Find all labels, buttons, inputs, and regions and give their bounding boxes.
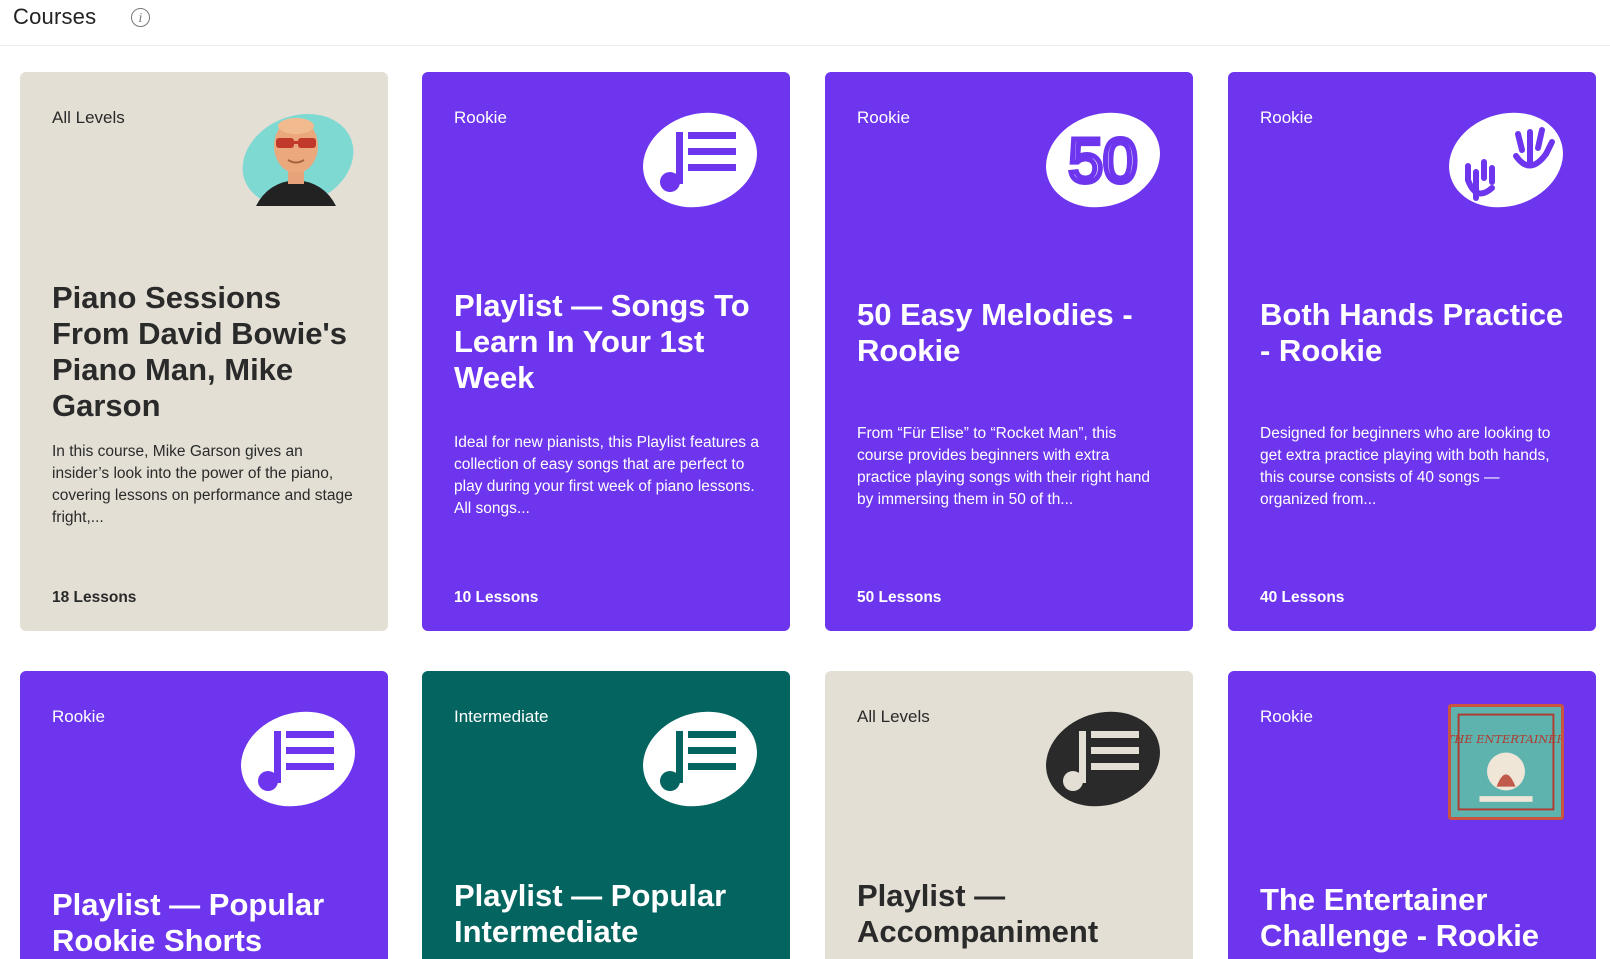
course-level: Rookie xyxy=(1260,108,1313,127)
course-card-entertainer-challenge[interactable]: Rookie THE ENTERTAINER The Entertainer C… xyxy=(1228,671,1596,959)
course-description: In this course, Mike Garson gives an ins… xyxy=(52,443,353,526)
lesson-count: 10 Lessons xyxy=(454,589,539,606)
lesson-count: 40 Lessons xyxy=(1260,589,1345,606)
course-description: Ideal for new pianists, this Playlist fe… xyxy=(454,434,759,517)
course-level: All Levels xyxy=(52,108,125,127)
lesson-count: 18 Lessons xyxy=(52,589,137,606)
course-title: 50 Easy Melodies - Rookie xyxy=(857,297,1133,368)
course-title: The Entertainer Challenge - Rookie xyxy=(1260,882,1540,953)
course-card-rookie-shorts[interactable]: Rookie Playlist — Popular Rookie Shorts xyxy=(20,671,388,959)
thumbnail-title: THE ENTERTAINER xyxy=(1451,732,1561,746)
fifty-text: 50 xyxy=(1069,127,1138,196)
course-level: Rookie xyxy=(52,707,105,726)
course-card-popular-intermediate[interactable]: Intermediate Playlist — Popular Intermed… xyxy=(422,671,790,959)
playlist-note-icon xyxy=(640,110,760,210)
course-card-accompaniment[interactable]: All Levels Playlist — Accompaniment xyxy=(825,671,1193,959)
course-title: Both Hands Practice - Rookie xyxy=(1260,297,1564,368)
playlist-note-icon xyxy=(1043,709,1163,809)
course-grid: All Levels Piano Sessions From David Bow… xyxy=(0,0,1610,959)
lesson-count: 50 Lessons xyxy=(857,589,942,606)
course-title: Playlist — Accompaniment xyxy=(857,878,1099,949)
course-level: Rookie xyxy=(454,108,507,127)
course-title: Playlist — Popular Rookie Shorts xyxy=(52,887,325,958)
fifty-badge-icon: 50 xyxy=(1043,110,1163,210)
playlist-note-icon xyxy=(640,709,760,809)
course-title: Piano Sessions From David Bowie's Piano … xyxy=(52,280,348,423)
course-card-50-easy-melodies[interactable]: Rookie 50 50 Easy Melodies - Rookie From… xyxy=(825,72,1193,631)
course-level: All Levels xyxy=(857,707,930,726)
course-level: Intermediate xyxy=(454,707,549,726)
course-description: Designed for beginners who are looking t… xyxy=(1260,425,1551,508)
course-level: Rookie xyxy=(857,108,910,127)
course-card-songs-1st-week[interactable]: Rookie Playlist — Songs To Learn In Your… xyxy=(422,72,790,631)
instructor-avatar-icon xyxy=(238,110,358,210)
course-level: Rookie xyxy=(1260,707,1313,726)
course-card-both-hands[interactable]: Rookie Both Hands Practice - Rookie Desi… xyxy=(1228,72,1596,631)
playlist-note-icon xyxy=(238,709,358,809)
course-title: Playlist — Popular Intermediate xyxy=(454,878,727,949)
course-description: From “Für Elise” to “Rocket Man”, this c… xyxy=(857,425,1150,508)
course-title: Playlist — Songs To Learn In Your 1st We… xyxy=(454,288,750,395)
both-hands-icon xyxy=(1446,110,1566,210)
course-card-mike-garson[interactable]: All Levels Piano Sessions From David Bow… xyxy=(20,72,388,631)
entertainer-sheet-thumbnail: THE ENTERTAINER xyxy=(1448,704,1564,820)
